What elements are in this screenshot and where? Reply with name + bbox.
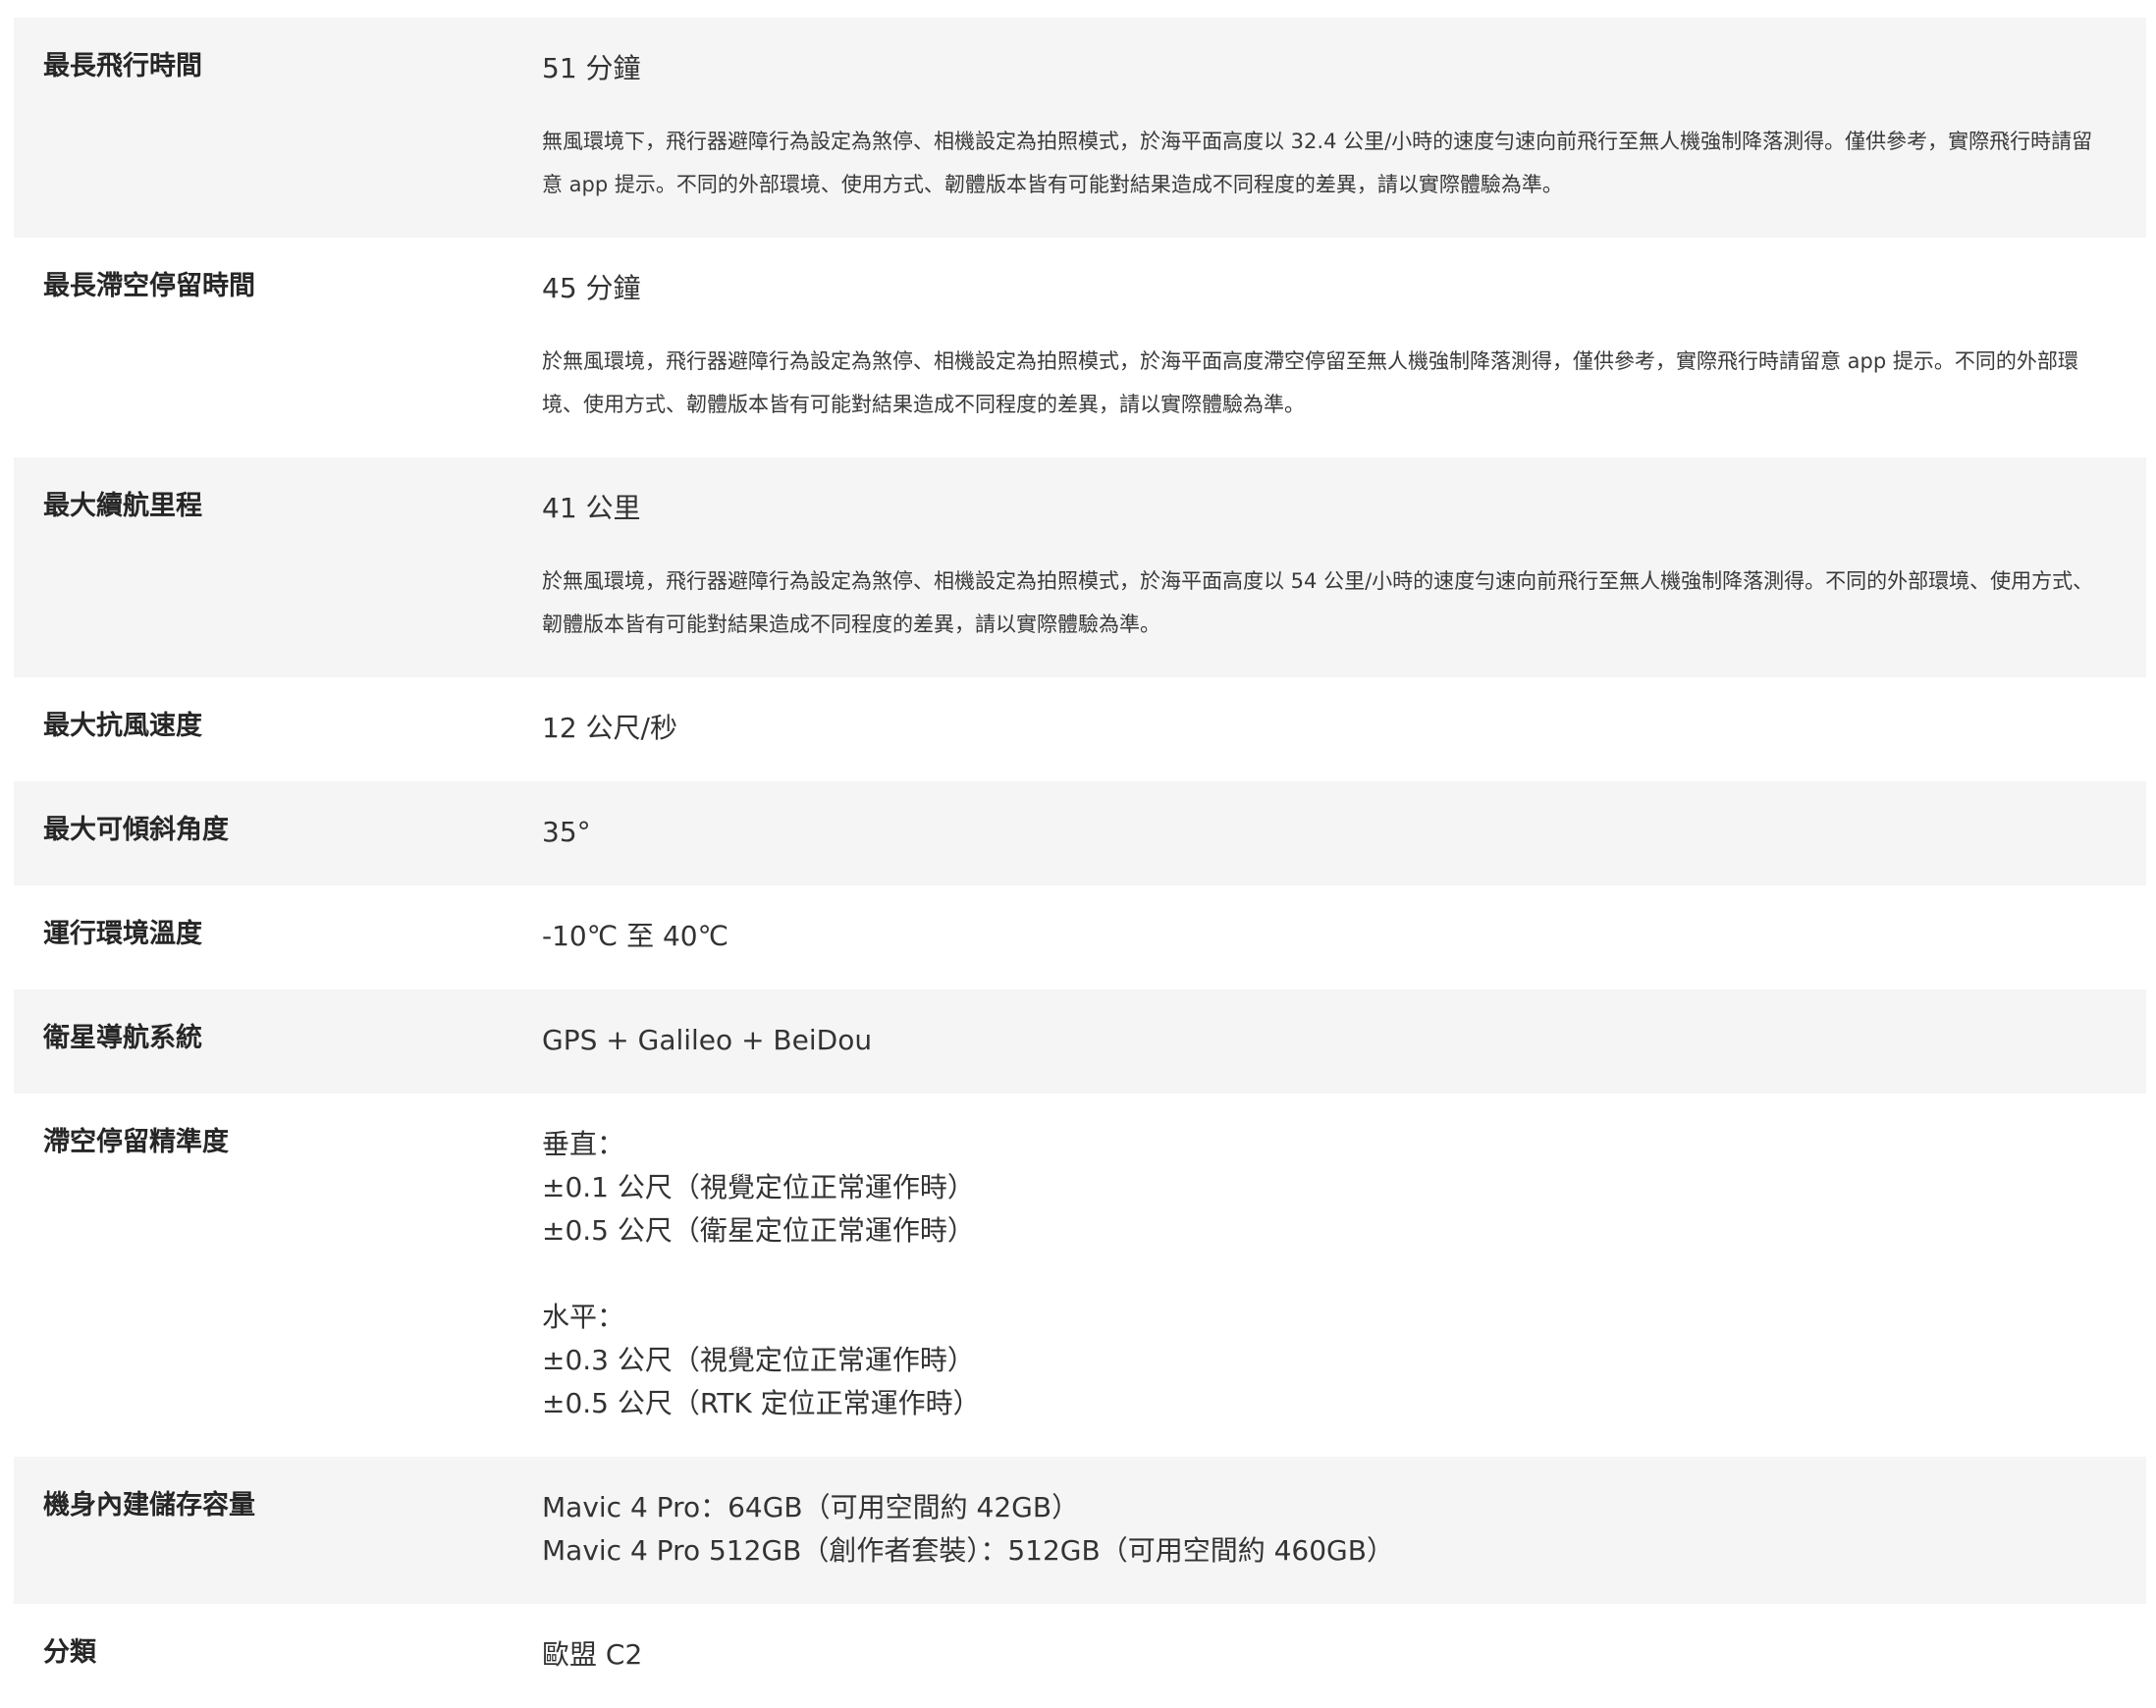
spec-footnote: 無風環境下，飛行器避障行為設定為煞停、相機設定為拍照模式，於海平面高度以 32.… [542, 130, 2093, 196]
spec-row-hover-accuracy: 滯空停留精準度 垂直： ±0.1 公尺（視覺定位正常運作時） ±0.5 公尺（衛… [14, 1094, 2146, 1457]
spec-value: Mavic 4 Pro：64GB（可用空間約 42GB） Mavic 4 Pro… [542, 1491, 1394, 1567]
spec-value: 垂直： ±0.1 公尺（視覺定位正常運作時） ±0.5 公尺（衛星定位正常運作時… [542, 1128, 981, 1419]
spec-row-gnss: 衛星導航系統 GPS + Galileo + BeiDou [14, 989, 2146, 1094]
spec-label: 最大抗風速度 [43, 711, 202, 741]
spec-value-cell: 12 公尺/秒 [542, 707, 2146, 750]
spec-footnote: 於無風環境，飛行器避障行為設定為煞停、相機設定為拍照模式，於海平面高度以 54 … [542, 569, 2094, 636]
spec-value-cell: 51 分鐘 無風環境下，飛行器避障行為設定為煞停、相機設定為拍照模式，於海平面高… [542, 47, 2146, 206]
spec-row-max-flight-time: 最長飛行時間 51 分鐘 無風環境下，飛行器避障行為設定為煞停、相機設定為拍照模… [14, 18, 2146, 238]
spec-label: 最長滯空停留時間 [43, 271, 255, 301]
spec-value: 歐盟 C2 [542, 1638, 643, 1671]
spec-value-cell: Mavic 4 Pro：64GB（可用空間約 42GB） Mavic 4 Pro… [542, 1486, 2146, 1573]
spec-value: 51 分鐘 [542, 52, 641, 84]
spec-label: 滯空停留精準度 [43, 1127, 229, 1157]
spec-value-cell: 45 分鐘 於無風環境，飛行器避障行為設定為煞停、相機設定為拍照模式，於海平面高… [542, 267, 2146, 426]
spec-table: 最長飛行時間 51 分鐘 無風環境下，飛行器避障行為設定為煞停、相機設定為拍照模… [14, 18, 2146, 1708]
spec-label: 最長飛行時間 [43, 51, 202, 81]
spec-label: 分類 [43, 1637, 96, 1668]
spec-row-internal-storage: 機身內建儲存容量 Mavic 4 Pro：64GB（可用空間約 42GB） Ma… [14, 1457, 2146, 1604]
spec-label: 運行環境溫度 [43, 919, 202, 949]
spec-value-cell: 歐盟 C2 [542, 1633, 2146, 1677]
spec-value-cell: -10℃ 至 40℃ [542, 915, 2146, 958]
spec-row-operating-temperature: 運行環境溫度 -10℃ 至 40℃ [14, 885, 2146, 989]
spec-value: 35° [542, 816, 591, 848]
spec-value: GPS + Galileo + BeiDou [542, 1024, 873, 1056]
spec-value: 41 公里 [542, 492, 641, 524]
spec-row-max-hover-time: 最長滯空停留時間 45 分鐘 於無風環境，飛行器避障行為設定為煞停、相機設定為拍… [14, 238, 2146, 457]
spec-label: 機身內建儲存容量 [43, 1490, 255, 1521]
spec-value: -10℃ 至 40℃ [542, 920, 729, 952]
spec-value-cell: 垂直： ±0.1 公尺（視覺定位正常運作時） ±0.5 公尺（衛星定位正常運作時… [542, 1123, 2146, 1425]
spec-row-max-flight-distance: 最大續航里程 41 公里 於無風環境，飛行器避障行為設定為煞停、相機設定為拍照模… [14, 457, 2146, 677]
spec-footnote: 於無風環境，飛行器避障行為設定為煞停、相機設定為拍照模式，於海平面高度滯空停留至… [542, 349, 2078, 416]
spec-value: 45 分鐘 [542, 272, 641, 304]
spec-value-cell: 41 公里 於無風環境，飛行器避障行為設定為煞停、相機設定為拍照模式，於海平面高… [542, 487, 2146, 646]
spec-label: 衛星導航系統 [43, 1023, 202, 1053]
spec-row-max-wind-resistance: 最大抗風速度 12 公尺/秒 [14, 677, 2146, 781]
spec-label: 最大可傾斜角度 [43, 815, 229, 845]
spec-value: 12 公尺/秒 [542, 712, 677, 744]
spec-value-cell: 35° [542, 811, 2146, 854]
spec-row-class: 分類 歐盟 C2 [14, 1604, 2146, 1708]
spec-row-max-tilt-angle: 最大可傾斜角度 35° [14, 781, 2146, 885]
spec-label: 最大續航里程 [43, 491, 202, 521]
spec-value-cell: GPS + Galileo + BeiDou [542, 1019, 2146, 1062]
